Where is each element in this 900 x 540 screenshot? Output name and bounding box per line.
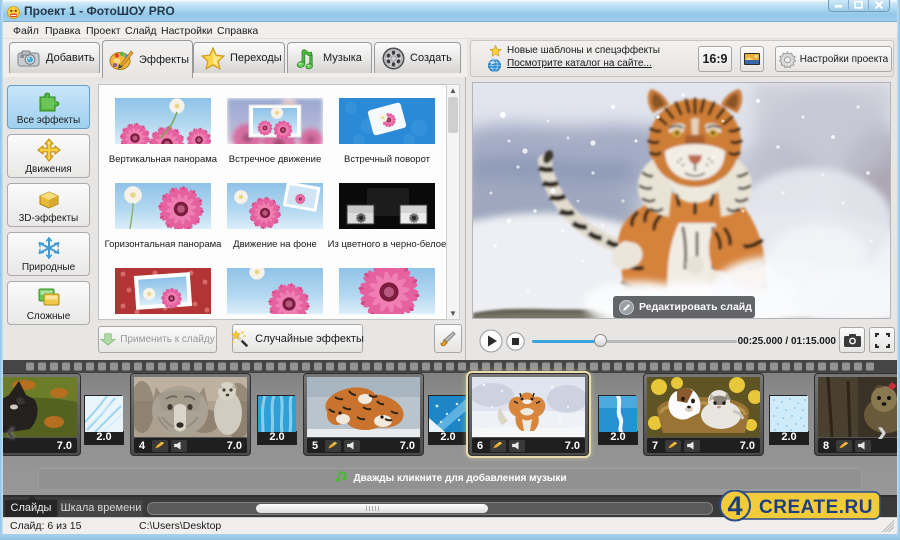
svg-text:4: 4: [727, 491, 742, 521]
svg-text:CREATE.RU: CREATE.RU: [759, 497, 873, 518]
